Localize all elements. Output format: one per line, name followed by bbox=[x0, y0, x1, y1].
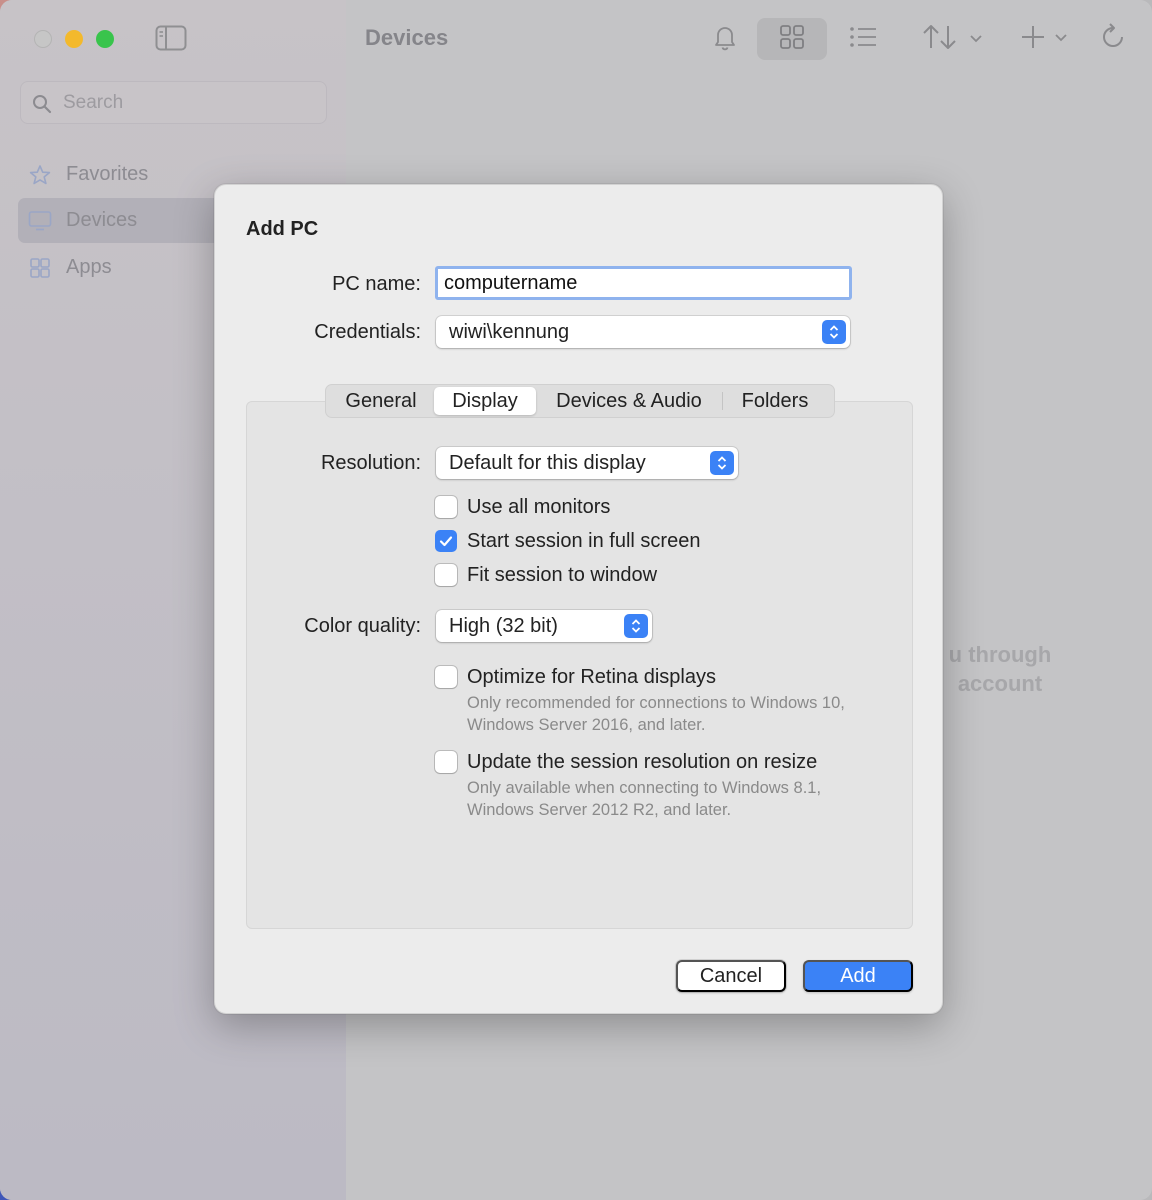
search-field[interactable] bbox=[20, 81, 327, 124]
tab-label: Devices & Audio bbox=[556, 389, 702, 412]
minimize-window-button[interactable] bbox=[65, 30, 83, 48]
pc-name-label: PC name: bbox=[332, 273, 421, 295]
resolution-select[interactable]: Default for this display bbox=[436, 447, 738, 479]
resolution-label: Resolution: bbox=[320, 452, 421, 474]
sidebar-item-label: Favorites bbox=[66, 163, 149, 185]
add-pc-dialog: Add PC PC name: Credentials: wiwi\kennun… bbox=[214, 184, 943, 1014]
search-input[interactable] bbox=[63, 90, 313, 116]
apps-icon bbox=[28, 256, 52, 280]
tab-general[interactable]: General bbox=[328, 387, 434, 415]
search-icon bbox=[33, 95, 52, 114]
credentials-select[interactable]: wiwi\kennung bbox=[436, 316, 850, 348]
grid-view-icon bbox=[779, 24, 805, 55]
credentials-label: Credentials: bbox=[314, 321, 421, 343]
sort-button[interactable] bbox=[920, 18, 986, 60]
tab-label: General bbox=[345, 389, 417, 412]
full-screen-option[interactable]: Start session in full screen bbox=[435, 530, 700, 552]
fit-to-window-checkbox[interactable] bbox=[435, 564, 457, 586]
option-help-text: Only available when connecting to Window… bbox=[467, 779, 822, 819]
chevron-updown-icon bbox=[624, 614, 648, 638]
tab-display[interactable]: Display bbox=[434, 387, 536, 415]
option-label: Start session in full screen bbox=[467, 530, 701, 552]
sort-icon bbox=[922, 23, 984, 56]
add-menu-button[interactable] bbox=[1018, 18, 1072, 60]
use-all-monitors-checkbox[interactable] bbox=[435, 496, 457, 518]
add-button[interactable]: Add bbox=[803, 960, 913, 992]
credentials-value: wiwi\kennung bbox=[449, 320, 570, 343]
color-quality-label: Color quality: bbox=[304, 615, 421, 637]
retina-checkbox[interactable] bbox=[435, 666, 457, 688]
list-view-button[interactable] bbox=[843, 18, 883, 60]
refresh-button[interactable] bbox=[1095, 18, 1131, 60]
refresh-icon bbox=[1099, 22, 1127, 56]
monitor-icon bbox=[28, 209, 52, 233]
list-view-icon bbox=[849, 25, 877, 54]
close-window-button[interactable] bbox=[34, 30, 52, 48]
sidebar-item-label: Apps bbox=[66, 256, 112, 278]
option-label: Fit session to window bbox=[467, 564, 658, 586]
notifications-button[interactable] bbox=[705, 18, 745, 60]
fit-to-window-option[interactable]: Fit session to window bbox=[435, 564, 657, 586]
dialog-title: Add PC bbox=[246, 218, 319, 240]
retina-option[interactable]: Optimize for Retina displays Only recomm… bbox=[435, 666, 875, 736]
tab-devices-audio[interactable]: Devices & Audio bbox=[536, 387, 722, 415]
pc-name-input[interactable] bbox=[435, 266, 852, 300]
star-icon bbox=[28, 163, 52, 187]
resolution-value: Default for this display bbox=[449, 451, 646, 474]
chevron-updown-icon bbox=[822, 320, 846, 344]
window-title: Devices bbox=[365, 25, 449, 50]
sidebar-item-label: Devices bbox=[66, 209, 138, 231]
chevron-updown-icon bbox=[710, 451, 734, 475]
color-quality-value: High (32 bit) bbox=[449, 614, 558, 637]
full-screen-checkbox[interactable] bbox=[435, 530, 457, 552]
tab-folders[interactable]: Folders bbox=[723, 387, 827, 415]
option-label: Use all monitors bbox=[467, 496, 611, 518]
option-label: Update the session resolution on resize bbox=[467, 751, 818, 773]
tab-label: Display bbox=[452, 389, 518, 412]
use-all-monitors-option[interactable]: Use all monitors bbox=[435, 496, 610, 518]
color-quality-select[interactable]: High (32 bit) bbox=[436, 610, 652, 642]
tab-label: Folders bbox=[741, 389, 809, 412]
zoom-window-button[interactable] bbox=[96, 30, 114, 48]
option-label: Optimize for Retina displays bbox=[467, 666, 716, 688]
option-help-text: Only recommended for connections to Wind… bbox=[467, 694, 845, 734]
add-icon bbox=[1019, 23, 1071, 56]
settings-tabs: General Display Devices & Audio Folders bbox=[325, 384, 835, 418]
resize-checkbox[interactable] bbox=[435, 751, 457, 773]
resize-option[interactable]: Update the session resolution on resize … bbox=[435, 751, 875, 821]
checkmark-icon bbox=[439, 536, 453, 547]
sidebar-toggle-icon[interactable] bbox=[155, 25, 187, 56]
grid-view-button[interactable] bbox=[757, 18, 827, 60]
bell-icon bbox=[712, 23, 738, 56]
tab-pane-display bbox=[246, 401, 913, 929]
cancel-button[interactable]: Cancel bbox=[676, 960, 786, 992]
